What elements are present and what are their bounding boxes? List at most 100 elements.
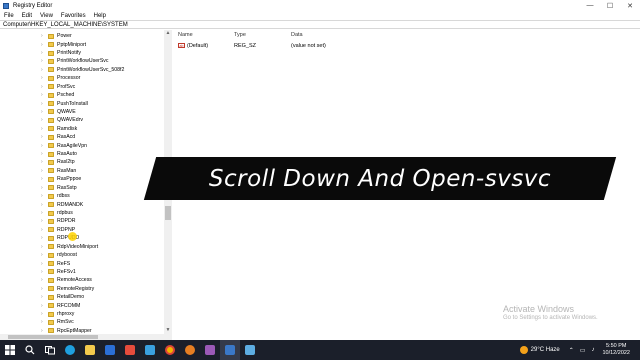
- registry-icon[interactable]: [220, 340, 240, 360]
- expand-chevron-icon[interactable]: ›: [41, 319, 46, 325]
- expand-chevron-icon[interactable]: ›: [41, 151, 46, 157]
- expand-chevron-icon[interactable]: ›: [41, 294, 46, 300]
- tree-item[interactable]: › RetailDemo: [0, 293, 164, 301]
- expand-chevron-icon[interactable]: ›: [41, 202, 46, 208]
- mail-icon[interactable]: [120, 340, 140, 360]
- tree-item[interactable]: ›RDPUDD: [0, 234, 164, 242]
- expand-chevron-icon[interactable]: ›: [41, 328, 46, 334]
- tree-item[interactable]: › QWAVE: [0, 108, 164, 116]
- menu-favorites[interactable]: Favorites: [57, 13, 90, 19]
- expand-chevron-icon[interactable]: ›: [41, 227, 46, 233]
- tree-item[interactable]: › Rasl2tp: [0, 158, 164, 166]
- search-icon[interactable]: [20, 340, 40, 360]
- expand-chevron-icon[interactable]: ›: [41, 235, 46, 241]
- expand-chevron-icon[interactable]: ›: [41, 176, 46, 182]
- tree-item[interactable]: › ReFS: [0, 259, 164, 267]
- tree-item[interactable]: › QWAVEdrv: [0, 116, 164, 124]
- expand-chevron-icon[interactable]: ›: [41, 58, 46, 64]
- tree-item[interactable]: › RemoteAccess: [0, 276, 164, 284]
- expand-chevron-icon[interactable]: ›: [41, 50, 46, 56]
- expand-chevron-icon[interactable]: ›: [41, 252, 46, 258]
- tree-item[interactable]: › PrintNotify: [0, 49, 164, 57]
- expand-chevron-icon[interactable]: ›: [41, 42, 46, 48]
- expand-chevron-icon[interactable]: ›: [41, 311, 46, 317]
- tree-item[interactable]: › RFCOMM: [0, 301, 164, 309]
- chevron-up-icon[interactable]: ⌃: [569, 347, 574, 354]
- weather-widget[interactable]: 29°C Haze: [519, 346, 560, 354]
- tree-item[interactable]: › PushToInstall: [0, 99, 164, 107]
- volume-icon[interactable]: ♪: [591, 347, 594, 353]
- task-view-icon[interactable]: [40, 340, 60, 360]
- tree-item[interactable]: › Ramdisk: [0, 125, 164, 133]
- windows-icon[interactable]: [0, 340, 20, 360]
- expand-chevron-icon[interactable]: ›: [41, 168, 46, 174]
- expand-chevron-icon[interactable]: ›: [41, 269, 46, 275]
- menu-help[interactable]: Help: [90, 13, 110, 19]
- tree-item[interactable]: › Power: [0, 32, 164, 40]
- expand-chevron-icon[interactable]: ›: [41, 218, 46, 224]
- tree-item[interactable]: › RasPppoe: [0, 175, 164, 183]
- expand-chevron-icon[interactable]: ›: [41, 109, 46, 115]
- file-explorer-icon[interactable]: [80, 340, 100, 360]
- photos-icon[interactable]: [140, 340, 160, 360]
- scroll-up-arrow-icon[interactable]: ▲: [164, 30, 172, 37]
- expand-chevron-icon[interactable]: ›: [41, 303, 46, 309]
- expand-chevron-icon[interactable]: ›: [41, 67, 46, 73]
- close-button[interactable]: ✕: [620, 0, 640, 11]
- tree-item[interactable]: › RDPDR: [0, 217, 164, 225]
- tree-item[interactable]: › rdyboost: [0, 251, 164, 259]
- column-header-data[interactable]: Data: [291, 32, 303, 38]
- tree-item[interactable]: › RdpVideoMiniport: [0, 243, 164, 251]
- tree-item[interactable]: › RasAuto: [0, 150, 164, 158]
- tree-item[interactable]: › RpcEptMapper: [0, 327, 164, 334]
- minimize-button[interactable]: —: [580, 0, 600, 11]
- expand-chevron-icon[interactable]: ›: [41, 75, 46, 81]
- column-header-type[interactable]: Type: [234, 32, 246, 38]
- expand-chevron-icon[interactable]: ›: [41, 92, 46, 98]
- expand-chevron-icon[interactable]: ›: [41, 33, 46, 39]
- store-icon[interactable]: [100, 340, 120, 360]
- tree-item[interactable]: › RmSvc: [0, 318, 164, 326]
- tree-item[interactable]: › RasAcd: [0, 133, 164, 141]
- menu-view[interactable]: View: [36, 13, 57, 19]
- expand-chevron-icon[interactable]: ›: [41, 261, 46, 267]
- expand-chevron-icon[interactable]: ›: [41, 84, 46, 90]
- tree-item[interactable]: › Processor: [0, 74, 164, 82]
- chrome-icon[interactable]: [160, 340, 180, 360]
- expand-chevron-icon[interactable]: ›: [41, 210, 46, 216]
- network-icon[interactable]: ▭: [580, 347, 586, 354]
- scroll-down-arrow-icon[interactable]: ▼: [164, 327, 172, 334]
- expand-chevron-icon[interactable]: ›: [41, 101, 46, 107]
- column-header-name[interactable]: Name: [178, 32, 193, 38]
- tree-item[interactable]: › PrintWorkflowUserSvc: [0, 57, 164, 65]
- tree-item[interactable]: › RasMan: [0, 167, 164, 175]
- expand-chevron-icon[interactable]: ›: [41, 143, 46, 149]
- edge-icon[interactable]: [60, 340, 80, 360]
- tree-item[interactable]: › RasSstp: [0, 184, 164, 192]
- app-icon[interactable]: [200, 340, 220, 360]
- expand-chevron-icon[interactable]: ›: [41, 286, 46, 292]
- expand-chevron-icon[interactable]: ›: [41, 126, 46, 132]
- scroll-thumb[interactable]: [165, 206, 171, 220]
- tree-item[interactable]: › RasAgileVpn: [0, 141, 164, 149]
- horizontal-scroll-thumb[interactable]: [8, 335, 98, 339]
- tree-item[interactable]: › RDPNP: [0, 226, 164, 234]
- expand-chevron-icon[interactable]: ›: [41, 117, 46, 123]
- tree-item[interactable]: › ReFSv1: [0, 268, 164, 276]
- expand-chevron-icon[interactable]: ›: [41, 159, 46, 165]
- tree-item[interactable]: › PptpMiniport: [0, 40, 164, 48]
- tree-item[interactable]: › rhproxy: [0, 310, 164, 318]
- value-row[interactable]: ab (Default) REG_SZ (value not set): [173, 42, 640, 50]
- media-icon[interactable]: [180, 340, 200, 360]
- tree-item[interactable]: › ProfSvc: [0, 83, 164, 91]
- clock[interactable]: 5:50 PM 10/12/2022: [602, 343, 630, 357]
- menu-file[interactable]: File: [0, 13, 18, 19]
- tree-item[interactable]: › PrintWorkflowUserSvc_508f2: [0, 66, 164, 74]
- tree-item[interactable]: › Psched: [0, 91, 164, 99]
- tree-item[interactable]: › RemoteRegistry: [0, 285, 164, 293]
- expand-chevron-icon[interactable]: ›: [41, 244, 46, 250]
- menu-edit[interactable]: Edit: [18, 13, 36, 19]
- expand-chevron-icon[interactable]: ›: [41, 193, 46, 199]
- maximize-button[interactable]: ☐: [600, 0, 620, 11]
- notepad-icon[interactable]: [240, 340, 260, 360]
